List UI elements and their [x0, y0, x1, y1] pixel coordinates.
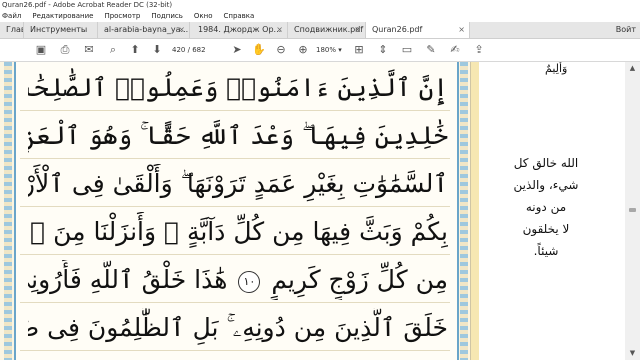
zoom-in-icon[interactable]: ⊕	[296, 43, 310, 57]
ayah-text: ٱلسَّمَٰوَٰتِ بِغَيْرِ عَمَدٍ تَرَوْنَهَ…	[28, 169, 448, 198]
side-note-line: الله خالق كل	[513, 156, 579, 170]
side-note: الله خالق كل شيء، والذين من دونه لا يخلقون ش…	[491, 152, 601, 262]
tab-5[interactable]: Quran26.pdf ×	[366, 22, 470, 38]
close-tab-icon[interactable]: ×	[458, 22, 465, 38]
tab-label: Главная	[6, 25, 23, 34]
tab-label: Инструменты	[30, 25, 88, 34]
tab-bar: Войт Главная Инструменты al-arabia-bayna_y…	[0, 22, 640, 39]
fit-icon[interactable]: ⊞	[352, 43, 366, 57]
scroll-down-icon[interactable]: ▼	[628, 349, 637, 358]
menu-item-4[interactable]: Окно	[194, 12, 213, 20]
side-stripe	[471, 62, 479, 360]
line-rule	[20, 350, 450, 351]
pen-icon[interactable]: ✎	[424, 43, 438, 57]
sign-icon[interactable]: ✍	[448, 43, 462, 57]
tab-label: al-arabia-bayna_ya...	[104, 25, 189, 34]
vertical-scrollbar[interactable]: ▲ ▼	[625, 62, 640, 360]
up-icon[interactable]: ⬆	[128, 43, 142, 57]
tab-3[interactable]: 1984. Джордж Ор... ×	[192, 22, 288, 38]
line-rule	[20, 110, 450, 111]
side-note-line: من دونه	[525, 200, 567, 214]
window-title: Quran26.pdf - Adobe Acrobat Reader DC (3…	[0, 0, 640, 10]
line-rule	[20, 158, 450, 159]
side-note-line: شيئاً.	[533, 244, 559, 258]
tab-label: Quran26.pdf	[372, 25, 423, 34]
share-icon[interactable]: ⇪	[472, 43, 486, 57]
ayah-text: مِن كُلِّ زَوْجٍ كَرِيمٍ	[271, 265, 448, 294]
quran-line: خَٰلِدِينَ فِيهَا ۖ وَعْدَ ٱللَّهِ حَقًّ…	[28, 116, 448, 156]
tab-0[interactable]: Главная	[0, 22, 24, 38]
page-indicator[interactable]: 420 / 682	[172, 44, 214, 56]
page-current[interactable]: 420	[172, 46, 185, 54]
menu-item-1[interactable]: Редактирование	[32, 12, 93, 20]
mail-icon[interactable]: ✉	[82, 43, 96, 57]
ayah-text: خَلَقَ ٱلَّذِينَ مِن دُونِهِۦ ۚ بَلِ ٱلظ…	[28, 313, 448, 342]
sign-in-link[interactable]: Войт	[616, 22, 636, 38]
quran-line: مِن كُلِّ زَوْجٍ كَرِيمٍ ١٠ هَٰذَا خَلْق…	[28, 260, 448, 300]
print-icon[interactable]: ⎙	[58, 43, 72, 57]
page-border-right	[460, 62, 468, 360]
hand-icon[interactable]: ✋	[252, 43, 266, 57]
ayah-number: ١٠	[238, 270, 261, 293]
zoom-select[interactable]: 180% ▾	[316, 44, 344, 56]
line-rule	[20, 206, 450, 207]
side-top-word: وَأَلِيمٌ	[545, 62, 568, 75]
down-icon[interactable]: ⬇	[150, 43, 164, 57]
line-rule	[20, 302, 450, 303]
zoom-out-icon[interactable]: ⊖	[274, 43, 288, 57]
side-note-panel: وَأَلِيمٌ الله خالق كل شيء، والذين من دونه…	[470, 62, 626, 360]
line-rule	[20, 254, 450, 255]
close-tab-icon[interactable]: ×	[354, 22, 361, 38]
side-note-line: شيء، والذين	[513, 178, 579, 192]
page-border-left	[4, 62, 12, 360]
toolbar: 420 / 682 180% ▾ ▣ ⎙ ✉ ⌕ ⬆ ⬇ ➤ ✋ ⊖ ⊕ ⊞ ⇕ ▭ ✎ ✍ ⇪	[0, 39, 640, 62]
pdf-page: إِنَّ ٱلَّذِينَ ءَامَنُوا۟ وَعَمِلُوا۟ ٱ…	[0, 62, 470, 360]
zoom-value: 180%	[316, 46, 337, 54]
page-total: 682	[192, 46, 206, 54]
close-tab-icon[interactable]: ×	[178, 22, 185, 38]
quran-line: بِكُمْ وَبَثَّ فِيهَا مِن كُلِّ دَآبَّةٍ…	[28, 212, 448, 252]
tab-1[interactable]: Инструменты	[24, 22, 98, 38]
ayah-text: إِنَّ ٱلَّذِينَ ءَامَنُوا۟ وَعَمِلُوا۟ ٱ…	[28, 73, 448, 102]
scroll-icon[interactable]: ⇕	[376, 43, 390, 57]
menu-item-5[interactable]: Справка	[223, 12, 254, 20]
quran-line: إِنَّ ٱلَّذِينَ ءَامَنُوا۟ وَعَمِلُوا۟ ٱ…	[28, 68, 448, 108]
menu-item-2[interactable]: Просмотр	[104, 12, 140, 20]
tab-4[interactable]: Сподвижник.pdf ×	[288, 22, 366, 38]
search-icon[interactable]: ⌕	[106, 43, 120, 57]
menu-bar: Файл Редактирование Просмотр Подпись Окно Спр…	[0, 10, 640, 22]
close-tab-icon[interactable]: ×	[276, 22, 283, 38]
quran-line: ٱلسَّمَٰوَٰتِ بِغَيْرِ عَمَدٍ تَرَوْنَهَ…	[28, 164, 448, 204]
ayah-text: بِكُمْ وَبَثَّ فِيهَا مِن كُلِّ دَآبَّةٍ…	[28, 217, 448, 246]
document-view[interactable]: إِنَّ ٱلَّذِينَ ءَامَنُوا۟ وَعَمِلُوا۟ ٱ…	[0, 62, 640, 360]
tab-label: Сподвижник.pdf	[294, 25, 364, 34]
scroll-up-icon[interactable]: ▲	[628, 64, 637, 73]
menu-item-3[interactable]: Подпись	[151, 12, 183, 20]
save-icon[interactable]: ▣	[34, 43, 48, 57]
menu-item-0[interactable]: Файл	[2, 12, 21, 20]
tab-label: 1984. Джордж Ор...	[198, 25, 282, 34]
quran-line: خَلَقَ ٱلَّذِينَ مِن دُونِهِۦ ۚ بَلِ ٱلظ…	[28, 308, 448, 348]
tab-2[interactable]: al-arabia-bayna_ya... ×	[98, 22, 190, 38]
ayah-text: خَٰلِدِينَ فِيهَا ۖ وَعْدَ ٱللَّهِ حَقًّ…	[28, 121, 448, 150]
scroll-thumb[interactable]	[629, 208, 636, 212]
side-note-line: لا يخلقون	[522, 222, 570, 236]
select-icon[interactable]: ➤	[230, 43, 244, 57]
comment-icon[interactable]: ▭	[400, 43, 414, 57]
ayah-text: هَٰذَا خَلْقُ ٱللَّهِ فَأَرُونِى مَاذَا	[28, 265, 228, 294]
